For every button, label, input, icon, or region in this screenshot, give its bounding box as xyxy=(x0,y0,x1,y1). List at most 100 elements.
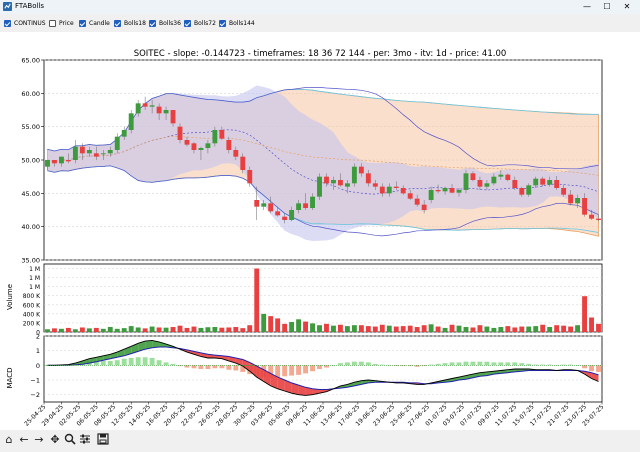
minimize-button[interactable]: — xyxy=(580,1,594,13)
candle-body xyxy=(414,198,420,205)
volume-bar xyxy=(519,326,525,332)
candle-body xyxy=(344,183,350,187)
checkbox-price[interactable]: Price xyxy=(49,18,74,28)
volume-bar xyxy=(52,328,57,332)
back-icon[interactable]: ← xyxy=(17,433,31,447)
candle-body xyxy=(100,153,106,155)
close-button[interactable]: ✕ xyxy=(620,1,634,13)
volume-bar xyxy=(282,323,288,332)
macd-histogram-bar xyxy=(303,365,309,374)
candle-body xyxy=(442,188,448,192)
maximize-button[interactable]: ☐ xyxy=(600,1,614,13)
zoom-icon[interactable] xyxy=(63,433,77,447)
candle-body xyxy=(65,160,71,162)
candle-body xyxy=(135,103,141,114)
checkbox-candle[interactable]: Candle xyxy=(79,18,110,28)
candle-body xyxy=(547,180,553,185)
macd-histogram-bar xyxy=(114,360,120,366)
macd-histogram-bar xyxy=(505,362,511,366)
candle-body xyxy=(303,203,309,208)
volume-bar xyxy=(470,327,476,332)
volume-bar xyxy=(414,327,420,332)
volume-bar xyxy=(254,268,260,332)
candle-body xyxy=(365,173,371,184)
chart-figure[interactable]: SOITEC - slope: -0.144723 - timeframes: … xyxy=(0,32,640,430)
volume-bar xyxy=(379,324,385,332)
checkbox-box[interactable] xyxy=(79,19,86,27)
candle-body xyxy=(491,176,497,184)
volume-tick-label: 800 K xyxy=(23,293,41,300)
checkbox-bolls72[interactable]: Bolls72 xyxy=(184,18,216,28)
candle-body xyxy=(86,150,92,154)
checkbox-box[interactable] xyxy=(219,19,226,27)
checkbox-bolls36[interactable]: Bolls36 xyxy=(149,18,181,28)
volume-bar xyxy=(582,296,588,332)
home-icon[interactable]: ⌂ xyxy=(2,433,16,447)
configure-icon[interactable] xyxy=(78,433,92,447)
volume-bar xyxy=(561,325,567,332)
candle-body xyxy=(484,183,490,187)
candle-body xyxy=(93,153,99,157)
checkbox-box[interactable] xyxy=(4,19,11,27)
candle-body xyxy=(191,143,197,150)
volume-panel[interactable]: 0200 K400 K600 K800 K1 M1 M1 M xyxy=(23,263,603,337)
price-panel[interactable]: 35.00 40.00 45.00 50.00 55.00 60.00 65.00 xyxy=(21,57,603,265)
candle-body xyxy=(498,174,504,177)
volume-bar xyxy=(540,324,546,332)
macd-histogram-bar xyxy=(149,358,155,366)
chart-canvas[interactable]: SOITEC - slope: -0.144723 - timeframes: … xyxy=(0,32,640,430)
candle-body xyxy=(198,148,204,150)
candle-body xyxy=(156,106,162,114)
macd-histogram-bar xyxy=(163,362,169,366)
candle-body xyxy=(533,178,539,186)
floppy-glyph xyxy=(97,433,109,445)
checkbox-label: Bolls72 xyxy=(194,19,216,27)
candle-body xyxy=(121,130,127,137)
candle-body xyxy=(177,126,183,140)
price-tick-label: 40.00 xyxy=(21,223,40,231)
price-tick-label: 55.00 xyxy=(21,123,40,131)
volume-bar xyxy=(268,316,274,332)
volume-bar xyxy=(358,325,364,332)
volume-bar xyxy=(191,326,197,332)
volume-bar xyxy=(303,321,309,332)
volume-tick-label: 1 M xyxy=(29,275,40,282)
candle-body xyxy=(358,166,364,174)
checkbox-box[interactable] xyxy=(149,19,156,27)
macd-histogram-bar xyxy=(289,365,295,376)
volume-bar xyxy=(365,326,371,332)
volume-bar xyxy=(477,325,483,332)
checkbox-box[interactable] xyxy=(49,19,56,27)
candle-body xyxy=(289,210,295,220)
candle-body xyxy=(128,113,134,130)
checkbox-continus[interactable]: CONTINUS xyxy=(4,18,46,28)
pan-icon[interactable]: ✥ xyxy=(48,433,62,447)
candle-body xyxy=(512,180,518,188)
macd-histogram-bar xyxy=(351,361,357,366)
macd-histogram-bar xyxy=(233,365,239,371)
checkbox-bolls18[interactable]: Bolls18 xyxy=(114,18,146,28)
macd-histogram-bar xyxy=(512,362,518,366)
candle-body xyxy=(554,180,560,188)
candle-body xyxy=(219,130,225,139)
volume-bar xyxy=(596,323,601,332)
volume-bar xyxy=(393,326,399,332)
candle-body xyxy=(575,198,581,204)
checkbox-bolls144[interactable]: Bolls144 xyxy=(219,18,255,28)
checkbox-box[interactable] xyxy=(114,19,121,27)
candle-body xyxy=(435,190,441,192)
candle-body xyxy=(449,188,455,193)
checkbox-box[interactable] xyxy=(184,19,191,27)
forward-icon[interactable]: → xyxy=(32,433,46,447)
volume-bar xyxy=(435,326,441,332)
macd-axis-label: MACD xyxy=(6,368,14,389)
macd-histogram-bar xyxy=(575,365,581,366)
price-tick-label: 45.00 xyxy=(21,190,40,198)
volume-bar xyxy=(149,326,155,332)
macd-panel[interactable]: 210−1−225-04-2529-04-2502-05-2506-05-250… xyxy=(23,333,605,428)
macd-tick-label: −1 xyxy=(30,377,40,385)
macd-tick-label: 0 xyxy=(36,362,40,370)
candle-body xyxy=(470,173,476,180)
save-icon[interactable] xyxy=(96,433,110,447)
volume-bar xyxy=(65,327,71,332)
